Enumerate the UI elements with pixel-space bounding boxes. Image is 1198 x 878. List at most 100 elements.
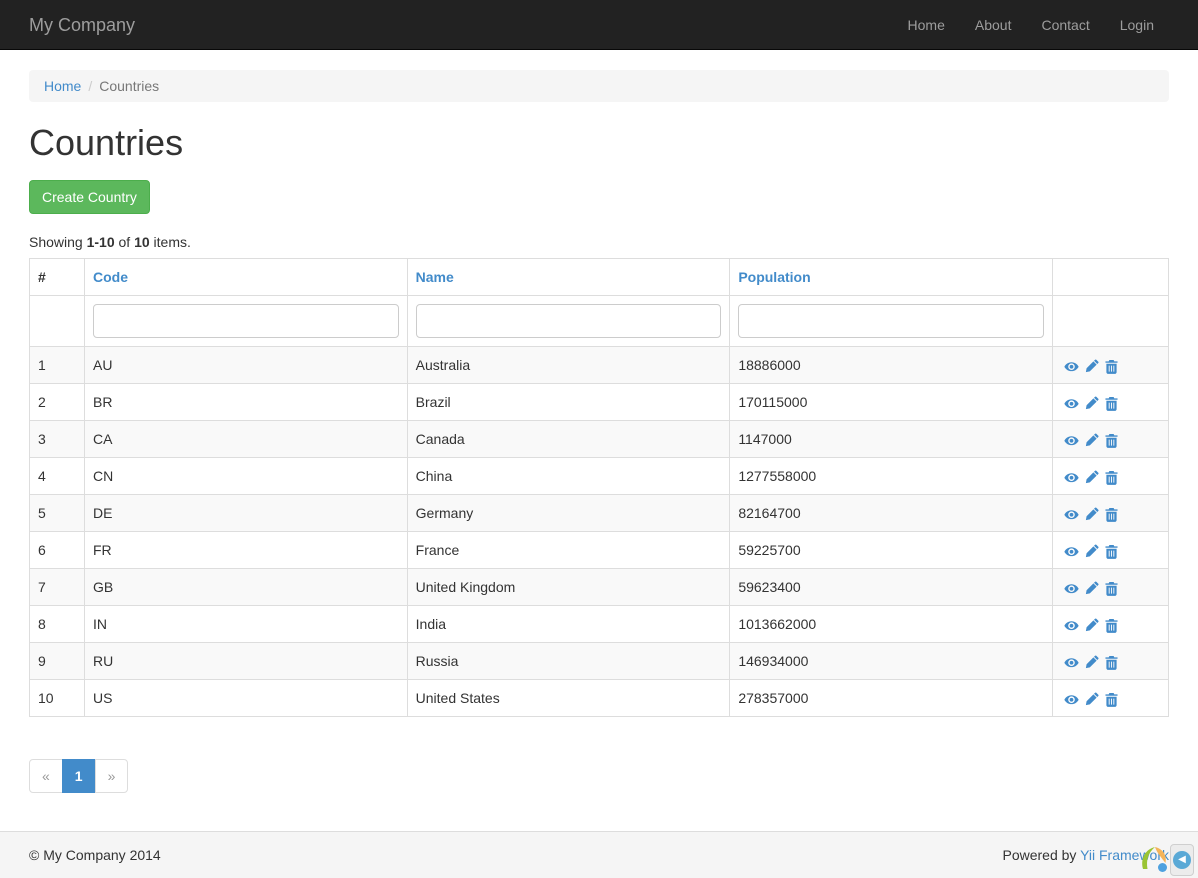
header-number: # bbox=[30, 259, 85, 296]
delete-trash-icon[interactable] bbox=[1105, 433, 1118, 448]
population-cell: 1013662000 bbox=[730, 606, 1053, 643]
code-cell: CN bbox=[85, 458, 408, 495]
view-eye-icon[interactable] bbox=[1064, 396, 1079, 411]
update-pencil-icon[interactable] bbox=[1085, 470, 1099, 484]
name-cell: India bbox=[407, 606, 730, 643]
view-eye-icon[interactable] bbox=[1064, 507, 1079, 522]
sort-name-link[interactable]: Name bbox=[416, 269, 454, 285]
row-number-cell: 2 bbox=[30, 384, 85, 421]
breadcrumb-home-link[interactable]: Home bbox=[44, 78, 81, 94]
row-actions bbox=[1053, 384, 1169, 421]
pagination-prev-button[interactable]: « bbox=[29, 759, 63, 793]
summary-text: Showing 1-10 of 10 items. bbox=[29, 234, 1169, 250]
update-pencil-icon[interactable] bbox=[1085, 507, 1099, 521]
delete-trash-icon[interactable] bbox=[1105, 507, 1118, 522]
nav-item-home[interactable]: Home bbox=[893, 0, 960, 50]
view-eye-icon[interactable] bbox=[1064, 655, 1079, 670]
update-pencil-icon[interactable] bbox=[1085, 433, 1099, 447]
sort-code-link[interactable]: Code bbox=[93, 269, 128, 285]
code-cell: BR bbox=[85, 384, 408, 421]
view-eye-icon[interactable] bbox=[1064, 692, 1079, 707]
view-eye-icon[interactable] bbox=[1064, 470, 1079, 485]
row-actions bbox=[1053, 643, 1169, 680]
view-eye-icon[interactable] bbox=[1064, 359, 1079, 374]
summary-total: 10 bbox=[134, 234, 150, 250]
name-cell: Brazil bbox=[407, 384, 730, 421]
row-number-cell: 9 bbox=[30, 643, 85, 680]
code-cell: FR bbox=[85, 532, 408, 569]
update-pencil-icon[interactable] bbox=[1085, 655, 1099, 669]
name-cell: United States bbox=[407, 680, 730, 717]
code-cell: DE bbox=[85, 495, 408, 532]
yii-logo bbox=[1138, 845, 1168, 876]
summary-middle: of bbox=[115, 234, 134, 250]
view-eye-icon[interactable] bbox=[1064, 581, 1079, 596]
table-header-row: # Code Name Population bbox=[30, 259, 1169, 296]
create-country-button[interactable]: Create Country bbox=[29, 180, 150, 214]
table-row: 6FRFrance59225700 bbox=[30, 532, 1169, 569]
update-pencil-icon[interactable] bbox=[1085, 581, 1099, 595]
delete-trash-icon[interactable] bbox=[1105, 581, 1118, 596]
row-actions bbox=[1053, 569, 1169, 606]
update-pencil-icon[interactable] bbox=[1085, 359, 1099, 373]
pagination-page-1[interactable]: 1 bbox=[62, 759, 96, 793]
nav-item-contact[interactable]: Contact bbox=[1026, 0, 1104, 50]
population-filter-input[interactable] bbox=[738, 304, 1044, 338]
population-cell: 18886000 bbox=[730, 347, 1053, 384]
update-pencil-icon[interactable] bbox=[1085, 544, 1099, 558]
view-eye-icon[interactable] bbox=[1064, 433, 1079, 448]
delete-trash-icon[interactable] bbox=[1105, 396, 1118, 411]
row-actions bbox=[1053, 421, 1169, 458]
row-number-cell: 8 bbox=[30, 606, 85, 643]
update-pencil-icon[interactable] bbox=[1085, 618, 1099, 632]
pagination-next-button[interactable]: » bbox=[95, 759, 129, 793]
row-actions bbox=[1053, 606, 1169, 643]
table-row: 9RURussia146934000 bbox=[30, 643, 1169, 680]
panel-toggle-button[interactable]: ◀ bbox=[1170, 844, 1194, 876]
header-actions bbox=[1053, 259, 1169, 296]
row-actions bbox=[1053, 532, 1169, 569]
table-row: 5DEGermany82164700 bbox=[30, 495, 1169, 532]
navbar: My Company Home About Contact Login bbox=[0, 0, 1198, 50]
code-cell: US bbox=[85, 680, 408, 717]
filter-empty-cell bbox=[30, 296, 85, 347]
code-cell: GB bbox=[85, 569, 408, 606]
update-pencil-icon[interactable] bbox=[1085, 396, 1099, 410]
row-number-cell: 7 bbox=[30, 569, 85, 606]
name-cell: Canada bbox=[407, 421, 730, 458]
nav-item-about[interactable]: About bbox=[960, 0, 1027, 50]
footer: © My Company 2014 Powered by Yii Framewo… bbox=[0, 831, 1198, 878]
code-cell: AU bbox=[85, 347, 408, 384]
breadcrumb: Home / Countries bbox=[29, 70, 1169, 102]
code-cell: CA bbox=[85, 421, 408, 458]
row-number-cell: 3 bbox=[30, 421, 85, 458]
delete-trash-icon[interactable] bbox=[1105, 692, 1118, 707]
sort-population-link[interactable]: Population bbox=[738, 269, 810, 285]
delete-trash-icon[interactable] bbox=[1105, 618, 1118, 633]
row-number-cell: 1 bbox=[30, 347, 85, 384]
population-cell: 278357000 bbox=[730, 680, 1053, 717]
delete-trash-icon[interactable] bbox=[1105, 544, 1118, 559]
brand-link[interactable]: My Company bbox=[29, 0, 150, 50]
table-row: 3CACanada1147000 bbox=[30, 421, 1169, 458]
powered-by-text: Powered by bbox=[1002, 847, 1080, 863]
update-pencil-icon[interactable] bbox=[1085, 692, 1099, 706]
table-row: 10USUnited States278357000 bbox=[30, 680, 1169, 717]
code-filter-input[interactable] bbox=[93, 304, 399, 338]
view-eye-icon[interactable] bbox=[1064, 618, 1079, 633]
main-content: Home / Countries Countries Create Countr… bbox=[14, 50, 1184, 815]
table-row: 2BRBrazil170115000 bbox=[30, 384, 1169, 421]
countries-table: # Code Name Population 1AUAustralia18886… bbox=[29, 258, 1169, 717]
row-actions bbox=[1053, 458, 1169, 495]
delete-trash-icon[interactable] bbox=[1105, 359, 1118, 374]
row-number-cell: 4 bbox=[30, 458, 85, 495]
delete-trash-icon[interactable] bbox=[1105, 655, 1118, 670]
row-number-cell: 6 bbox=[30, 532, 85, 569]
delete-trash-icon[interactable] bbox=[1105, 470, 1118, 485]
population-cell: 170115000 bbox=[730, 384, 1053, 421]
name-cell: United Kingdom bbox=[407, 569, 730, 606]
nav-item-login[interactable]: Login bbox=[1105, 0, 1169, 50]
view-eye-icon[interactable] bbox=[1064, 544, 1079, 559]
name-filter-input[interactable] bbox=[416, 304, 722, 338]
row-actions bbox=[1053, 680, 1169, 717]
